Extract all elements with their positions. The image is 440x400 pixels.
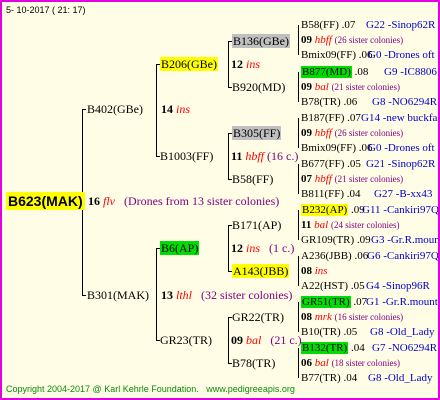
drone-info: 11 bal (24 sister colonies) (301, 219, 400, 231)
queen-gen4-origin: G3 -Gr.R.mounta (371, 234, 440, 246)
queen-b1003-info: 11 hbff (16 c.) (231, 149, 299, 163)
drone-info: 06 bal (18 sister colonies) (301, 357, 401, 369)
connector (298, 302, 299, 332)
queen-gen4-origin: G0 -Drones oft (368, 49, 435, 61)
queen-gr23[interactable]: GR23(TR) (160, 333, 212, 347)
queen-gen4-origin: G11 -Cankiri97Q (362, 204, 439, 216)
queen-gr23-info: 09 bal (21 c.) (231, 333, 302, 347)
queen-b171[interactable]: B171(AP) (232, 218, 281, 232)
queen-gen4[interactable]: B78(TR) .06 (301, 96, 357, 109)
connector (228, 225, 229, 271)
connector (298, 164, 299, 194)
connector (298, 210, 299, 240)
connector (156, 248, 157, 340)
drone-info: 08 ins (301, 265, 328, 277)
connector (298, 72, 299, 102)
queen-b6[interactable]: B6(AP) (160, 241, 200, 255)
queen-gen4[interactable]: B10(TR) .05 (301, 326, 357, 339)
queen-gr22[interactable]: GR22(TR) (232, 310, 284, 324)
pedigree-chart: { "header": { "date": "5- 10-2017 ( 21: … (0, 0, 440, 400)
drone-info: 09 bal (21 sister colonies) (301, 81, 401, 93)
drone-info: 07 hbff (21 sister colonies) (301, 173, 404, 185)
queen-gen4[interactable]: B132(TR) .04 (301, 342, 365, 355)
drone-info: 09 hbff (26 sister colonies) (301, 34, 404, 46)
connector (82, 109, 86, 110)
connector (298, 118, 299, 148)
queen-b78[interactable]: B78(TR) (232, 356, 275, 370)
queen-b58[interactable]: B58(FF) (232, 172, 273, 186)
connector (228, 317, 229, 363)
queen-gen4-origin: G8 -Old_Lady (370, 326, 435, 338)
queen-b206[interactable]: B206(GBe) (160, 57, 218, 71)
queen-a143[interactable]: A143(JBB) (232, 264, 290, 278)
queen-gen4-origin: G8 -NO6294R (372, 96, 438, 108)
queen-b305[interactable]: B305(FF) (232, 126, 282, 140)
connector (298, 348, 299, 378)
connector (228, 133, 229, 179)
connector (298, 256, 299, 286)
queen-gen4[interactable]: A236(JBB) .06 (301, 250, 368, 263)
queen-gen4-origin: G21 -Sinop62R (366, 158, 436, 170)
queen-gen4-origin: G14 -new buckfas (361, 112, 440, 124)
queen-gen4-origin: G8 -Old_Lady (368, 372, 433, 384)
queen-gen4[interactable]: B811(FF) .04 (301, 188, 361, 201)
copyright: Copyright 2004-2017 @ Karl Kehrle Founda… (6, 384, 295, 394)
queen-gen4-origin: G9 -IC8806 (384, 66, 437, 78)
queen-gen4[interactable]: B58(FF) .07 (301, 19, 355, 32)
queen-gen4-origin: G27 -B-xx43 (374, 188, 433, 200)
drone-info: 08 mrk (16 sister colonies) (301, 311, 404, 323)
connector (298, 25, 299, 55)
queen-gen4[interactable]: Bmix09(FF) .06 (301, 49, 373, 62)
queen-gen4-origin: G0 -Drones oft (368, 142, 435, 154)
queen-gen4[interactable]: B187(FF) .07 (301, 112, 361, 125)
queen-gen4[interactable]: Bmix09(FF) .06 (301, 142, 373, 155)
queen-gen4[interactable]: GR51(TR) .07 (301, 296, 367, 309)
queen-gen4[interactable]: B677(FF) .05 (301, 158, 361, 171)
queen-gen4-origin: G6 -Cankiri97Q (367, 250, 439, 262)
queen-b402-info: 14 ins (161, 102, 191, 116)
queen-b402[interactable]: B402(GBe) (87, 102, 143, 116)
queen-b920[interactable]: B920(MD) (232, 80, 285, 94)
root-info: 16 flv (Drones from 13 sister colonies) (88, 194, 280, 208)
queen-gen4[interactable]: A22(HST) .05 (301, 280, 365, 293)
queen-b301-info: 13 lthl (32 sister colonies) (161, 288, 293, 302)
queen-gen4[interactable]: B877(MD) .08 (301, 66, 368, 79)
connector (156, 64, 157, 156)
queen-b136[interactable]: B136(GBe) (232, 34, 290, 48)
queen-gen4[interactable]: B232(AP) .09 (301, 204, 365, 217)
queen-b1003[interactable]: B1003(FF) (160, 149, 213, 163)
queen-b301[interactable]: B301(MAK) (87, 288, 149, 302)
connector (82, 295, 86, 296)
queen-gen4-origin: G4 -Sinop96R (366, 280, 430, 292)
queen-b206-info: 12 ins (231, 57, 261, 71)
connector (228, 41, 229, 87)
queen-b6-info: 12 ins (1 c.) (231, 241, 295, 255)
queen-gen4-origin: G7 -NO6294R (372, 342, 438, 354)
print-date: 5- 10-2017 ( 21: 17) (6, 5, 86, 15)
queen-gen4[interactable]: B77(TR) .04 (301, 372, 357, 385)
queen-gen4-origin: G22 -Sinop62R (366, 19, 436, 31)
queen-gen4[interactable]: GR109(TR) .09 (301, 234, 371, 247)
root-queen[interactable]: B623(MAK) (6, 192, 85, 210)
drone-info: 09 hbff (26 sister colonies) (301, 127, 404, 139)
queen-gen4-origin: G1 -Gr.R.mounta (366, 296, 440, 308)
